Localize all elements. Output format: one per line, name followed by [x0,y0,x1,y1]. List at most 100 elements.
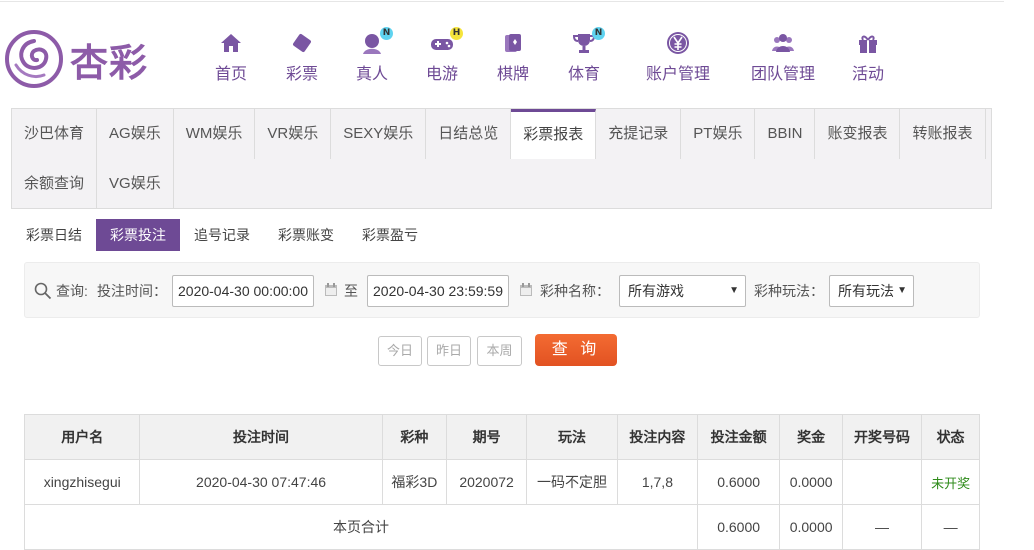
cell-amount: 0.6000 [696,459,781,505]
bet-time-label: 投注时间： [97,283,167,299]
this-week-button[interactable]: 本周 [477,336,522,366]
nav-label: 真人 [355,66,388,83]
logo-text: 杏彩 [70,39,149,85]
new-badge: N [592,27,605,40]
cell-content: 1,7,8 [616,459,698,505]
bets-table: 用户名 投注时间 彩种 期号 玩法 投注内容 投注金额 奖金 开奖号码 状态 x… [23,414,980,550]
end-time-input[interactable]: 2020-04-30 23:59:59 [367,275,509,307]
nav-label: 体育 [567,66,600,83]
nav-label: 团队管理 [750,66,815,83]
nav-item-live[interactable]: N 真人 [342,27,402,86]
col-header-amount: 投注金额 [696,414,781,460]
tab-daily-overview[interactable]: 日结总览 [426,109,512,159]
tab-pt[interactable]: PT娱乐 [681,109,756,159]
tab-balance-query[interactable]: 余额查询 [12,159,98,209]
table-row[interactable]: xingzhisegui 2020-04-30 07:47:46 福彩3D 20… [23,459,980,505]
page-total-label: 本页合计 [24,504,698,550]
cell-status: 未开奖 [921,459,980,505]
col-header-content: 投注内容 [616,414,698,460]
cell-issue: 2020072 [446,459,528,505]
table-header-row: 用户名 投注时间 彩种 期号 玩法 投注内容 投注金额 奖金 开奖号码 状态 [23,414,980,460]
subtab-lottery-bets[interactable]: 彩票投注 [96,219,180,251]
page: 杏彩 首页 彩票 N 真人 H 电游 棋牌 N 体育 账户管理 团队管理 活动 … [0,0,1034,550]
tab-saba-sports[interactable]: 沙巴体育 [12,109,98,159]
nav-label: 首页 [214,66,247,83]
total-bonus: 0.0000 [779,504,843,550]
tab-account-change[interactable]: 账变报表 [815,109,901,159]
play-type-value: 所有玩法 [838,283,894,299]
subtab-chase-records[interactable]: 追号记录 [180,219,264,251]
cell-bonus: 0.0000 [779,459,843,505]
tab-deposit-withdraw[interactable]: 充提记录 [596,109,682,159]
tab-row-2: 余额查询 VG娱乐 [12,159,174,209]
cell-play: 一码不定胆 [526,459,618,505]
lottery-ticket-icon [293,34,311,52]
cards-icon [505,34,521,52]
calendar-icon[interactable] [324,283,338,297]
tab-ag[interactable]: AG娱乐 [97,109,174,159]
nav-label: 棋牌 [496,66,529,83]
col-header-bet-time: 投注时间 [139,414,383,460]
tab-transfer-report[interactable]: 转账报表 [900,109,986,159]
calendar-icon[interactable] [519,283,533,297]
home-icon [221,34,241,52]
to-label: 至 [344,283,358,299]
nav-item-account[interactable]: 账户管理 [624,30,732,86]
yesterday-button[interactable]: 昨日 [427,336,471,366]
cell-username: xingzhisegui [23,459,141,505]
nav-item-chess[interactable]: 棋牌 [482,30,544,86]
nav-item-promotions[interactable]: 活动 [834,30,902,86]
brand-logo[interactable]: 杏彩 [4,28,164,90]
nav-label: 彩票 [285,66,318,83]
play-type-select[interactable]: 所有玩法 ▼ [829,275,914,307]
total-draw: — [841,504,923,550]
nav-item-lottery[interactable]: 彩票 [262,30,342,86]
tab-sexy[interactable]: SEXY娱乐 [331,109,427,159]
gamepad-icon: H [429,27,463,56]
search-button[interactable]: 查 询 [535,334,617,366]
total-amount: 0.6000 [696,504,781,550]
hot-badge: H [450,27,463,40]
yen-icon [667,32,689,54]
trophy-icon: N [571,27,605,56]
report-tabs: 沙巴体育 AG娱乐 WM娱乐 VR娱乐 SEXY娱乐 日结总览 彩票报表 充提记… [11,108,992,209]
nav-item-home[interactable]: 首页 [200,30,262,86]
search-icon [34,282,52,300]
tab-row-1: 沙巴体育 AG娱乐 WM娱乐 VR娱乐 SEXY娱乐 日结总览 彩票报表 充提记… [12,109,986,159]
tab-wm[interactable]: WM娱乐 [174,109,256,159]
cell-draw-number [841,459,923,505]
total-status: — [921,504,980,550]
logo-emblem-icon [5,30,63,88]
subtab-lottery-account-change[interactable]: 彩票账变 [264,219,348,251]
subtab-lottery-profit-loss[interactable]: 彩票盈亏 [348,219,432,251]
nav-item-sports[interactable]: N 体育 [544,27,624,86]
subtab-lottery-daily[interactable]: 彩票日结 [12,219,96,251]
new-badge: N [380,27,393,40]
today-button[interactable]: 今日 [378,336,422,366]
col-header-game: 彩种 [381,414,448,460]
tab-lottery-report[interactable]: 彩票报表 [511,109,597,159]
col-header-bonus: 奖金 [779,414,843,460]
nav-label: 电游 [425,66,458,83]
col-header-draw-number: 开奖号码 [841,414,923,460]
tab-vg[interactable]: VG娱乐 [97,159,174,209]
team-icon [772,34,794,52]
start-time-input[interactable]: 2020-04-30 00:00:00 [172,275,314,307]
game-name-label: 彩种名称： [540,283,610,299]
nav-item-team[interactable]: 团队管理 [732,30,834,86]
query-label: 查询: [56,283,88,299]
tab-bbin[interactable]: BBIN [755,109,816,159]
tab-vr[interactable]: VR娱乐 [255,109,332,159]
nav-label: 活动 [851,66,884,83]
live-dealer-icon: N [359,27,393,56]
query-bar: 查询: 投注时间： 2020-04-30 00:00:00 至 2020-04-… [24,262,980,318]
col-header-play: 玩法 [526,414,618,460]
game-name-select[interactable]: 所有游戏 ▼ [619,275,746,307]
main-nav: 首页 彩票 N 真人 H 电游 棋牌 N 体育 账户管理 团队管理 活动 [200,27,902,86]
nav-item-egames[interactable]: H 电游 [402,27,482,86]
nav-label: 账户管理 [645,66,710,83]
col-header-status: 状态 [921,414,980,460]
play-type-label: 彩种玩法： [754,283,824,299]
dropdown-arrow-icon: ▼ [729,285,739,296]
gift-icon [859,35,877,53]
